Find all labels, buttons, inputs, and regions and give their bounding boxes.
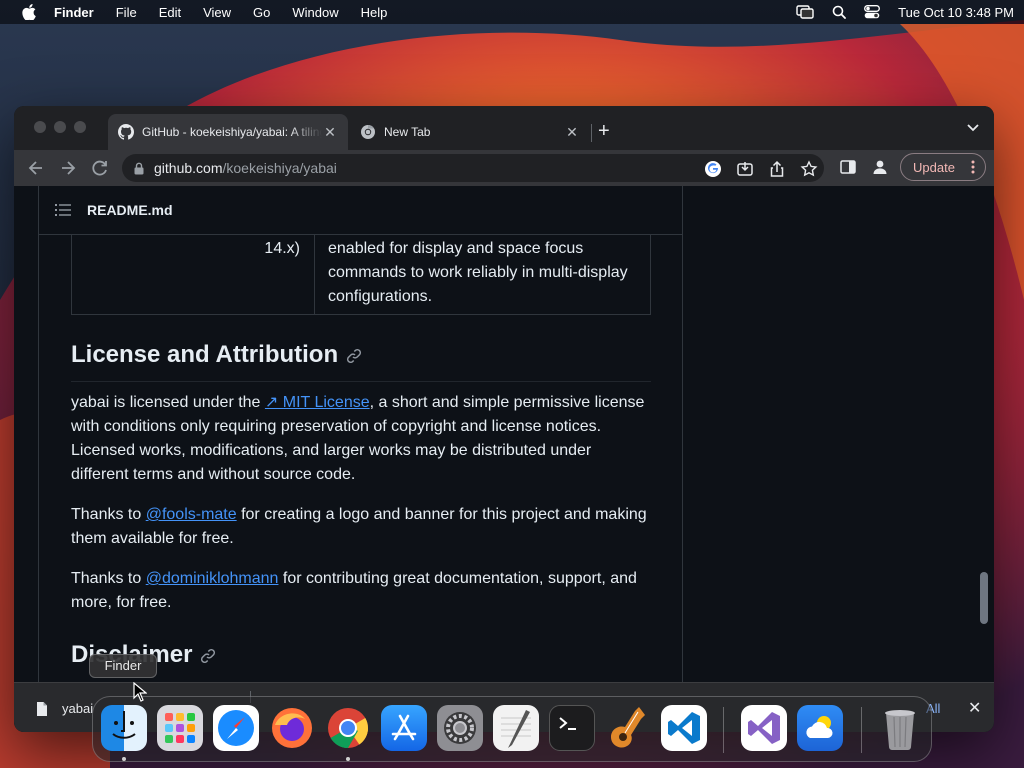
menu-window[interactable]: Window — [292, 5, 338, 20]
dock-garageband-icon[interactable] — [605, 705, 651, 751]
tab-new-tab[interactable]: New Tab ✕ — [350, 114, 590, 150]
dock-firefox-icon[interactable] — [269, 705, 315, 751]
share-icon[interactable] — [768, 160, 786, 178]
download-item[interactable]: yabai — [36, 701, 93, 716]
reload-icon[interactable] — [90, 158, 110, 178]
dock-textedit-icon[interactable] — [493, 705, 539, 751]
menu-go[interactable]: Go — [253, 5, 270, 20]
menu-help[interactable]: Help — [361, 5, 388, 20]
side-panel-icon[interactable] — [840, 159, 856, 175]
running-indicator — [346, 757, 350, 761]
tab-divider — [591, 124, 592, 142]
license-paragraph: yabai is licensed under the ↗ MIT Licens… — [71, 391, 651, 487]
lock-icon[interactable] — [134, 162, 144, 175]
bookmark-star-icon[interactable] — [800, 160, 818, 178]
tab-strip: GitHub - koekeishiya/yabai: A tiling win… — [14, 106, 994, 150]
anchor-link-icon[interactable] — [346, 348, 362, 364]
thanks-paragraph-1: Thanks to @fools-mate for creating a log… — [71, 503, 651, 551]
tab-title: GitHub - koekeishiya/yabai: A tiling win… — [142, 125, 322, 139]
tab-title: New Tab — [384, 125, 431, 139]
tab-github-yabai[interactable]: GitHub - koekeishiya/yabai: A tiling win… — [108, 114, 348, 150]
dock-system-settings-icon[interactable] — [437, 705, 483, 751]
chrome-icon — [361, 124, 375, 139]
window-controls — [34, 121, 86, 133]
apple-menu-icon[interactable] — [20, 4, 38, 20]
fools-mate-link[interactable]: @fools-mate — [146, 506, 237, 523]
page-scrollbar[interactable] — [980, 572, 988, 624]
minimize-window-button[interactable] — [54, 121, 66, 133]
table-cell-version: 14.x) — [264, 240, 300, 257]
google-lens-icon[interactable] — [704, 160, 722, 178]
right-sidebar — [684, 186, 994, 732]
dock-divider — [723, 707, 724, 753]
screen-mirroring-icon[interactable] — [796, 5, 814, 19]
menu-clock[interactable]: Tue Oct 10 3:48 PM — [898, 5, 1014, 20]
table-cell-description: enabled for display and space focus comm… — [328, 240, 628, 305]
readme-panel: README.md 14.x) enabled for display and … — [38, 186, 683, 732]
back-arrow-icon[interactable] — [26, 158, 46, 178]
mouse-cursor-icon — [133, 682, 147, 702]
disclaimer-heading: Disclaimer — [71, 639, 651, 681]
browser-window: GitHub - koekeishiya/yabai: A tiling win… — [14, 106, 994, 732]
text-span: yabai is licensed under the — [71, 394, 265, 411]
close-window-button[interactable] — [34, 121, 46, 133]
dock-vscode-icon[interactable] — [661, 705, 707, 751]
file-icon — [37, 701, 47, 716]
text-span: Thanks to — [71, 570, 146, 587]
running-indicator — [122, 757, 126, 761]
menu-file[interactable]: File — [116, 5, 137, 20]
update-label: Update — [913, 159, 955, 175]
anchor-link-icon[interactable] — [200, 648, 216, 664]
spotlight-search-icon[interactable] — [832, 5, 847, 19]
dock-tooltip: Finder — [89, 654, 157, 678]
table-cell: 14.x) — [72, 235, 315, 314]
address-bar[interactable]: github.com/koekeishiya/yabai — [122, 154, 824, 182]
menu-view[interactable]: View — [203, 5, 231, 20]
dock-safari-icon[interactable] — [213, 705, 259, 751]
dock-divider — [861, 707, 862, 753]
more-menu-icon[interactable] — [971, 160, 975, 174]
forward-arrow-icon[interactable] — [58, 158, 78, 178]
text-span: Thanks to — [71, 506, 146, 523]
dock-app-store-icon[interactable] — [381, 705, 427, 751]
readme-filename: README.md — [87, 202, 173, 218]
dock-chrome-icon[interactable] — [325, 705, 371, 751]
new-tab-plus-icon[interactable]: + — [598, 121, 610, 141]
license-heading-text: License and Attribution — [71, 341, 339, 368]
dock-terminal-icon[interactable] — [549, 705, 595, 751]
close-tab-icon[interactable]: ✕ — [564, 124, 580, 140]
dock-visual-studio-icon[interactable] — [741, 705, 787, 751]
url-path: /koekeishiya/yabai — [222, 160, 337, 176]
github-icon — [118, 124, 134, 140]
dock-weather-icon[interactable] — [797, 705, 843, 751]
page-content: README.md 14.x) enabled for display and … — [14, 186, 994, 732]
browser-toolbar: github.com/koekeishiya/yabai Update — [14, 150, 994, 186]
url-host: github.com — [154, 160, 223, 176]
mit-license-link[interactable]: ↗ MIT License — [265, 394, 370, 411]
close-tab-icon[interactable]: ✕ — [322, 124, 338, 140]
dock-finder-icon[interactable] — [101, 705, 147, 751]
dominiklohmann-link[interactable]: @dominiklohmann — [146, 570, 279, 587]
close-shelf-icon[interactable]: ✕ — [968, 698, 981, 718]
zoom-window-button[interactable] — [74, 121, 86, 133]
compat-table: 14.x) enabled for display and space focu… — [71, 235, 651, 315]
license-heading: License and Attribution — [71, 339, 651, 382]
install-app-icon[interactable] — [736, 160, 754, 178]
readme-header: README.md — [39, 186, 682, 235]
outline-list-icon[interactable] — [55, 203, 71, 217]
profile-avatar-icon[interactable] — [872, 159, 888, 175]
menu-edit[interactable]: Edit — [159, 5, 181, 20]
menu-bar: Finder File Edit View Go Window Help Tue… — [0, 0, 1024, 24]
dock — [92, 696, 932, 762]
download-file-name: yabai — [62, 701, 94, 716]
menu-app-name[interactable]: Finder — [54, 5, 94, 20]
tab-search-chevron-icon[interactable] — [966, 123, 980, 133]
control-center-icon[interactable] — [864, 5, 881, 19]
dock-trash-icon[interactable] — [877, 705, 923, 751]
dock-launchpad-icon[interactable] — [157, 705, 203, 751]
update-button[interactable]: Update — [900, 153, 986, 181]
thanks-paragraph-2: Thanks to @dominiklohmann for contributi… — [71, 567, 651, 615]
